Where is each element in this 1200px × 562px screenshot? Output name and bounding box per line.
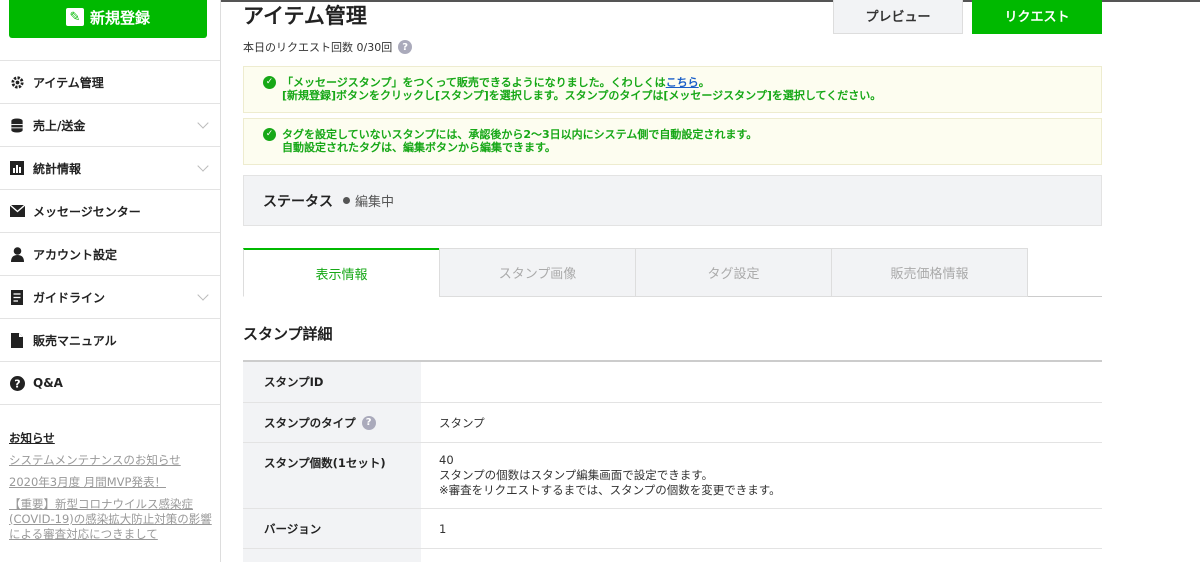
sidebar-nav: アイテム管理 売上/送金 統計情報 メッセージセンター アカウント設定 ガイドラ… bbox=[0, 60, 220, 405]
status-dot-icon bbox=[343, 197, 350, 204]
check-circle-icon: ✓ bbox=[263, 76, 276, 89]
detail-table: スタンプID スタンプのタイプ ? スタンプ スタンプ個数(1セット) 40 ス… bbox=[243, 360, 1102, 562]
notice-line: 自動設定されたタグは、編集ボタンから編集できます。 bbox=[282, 141, 556, 154]
table-row: バージョン 1 bbox=[243, 509, 1102, 549]
tab-tag-settings[interactable]: タグ設定 bbox=[635, 248, 832, 297]
sidebar-item-label: メッセージセンター bbox=[33, 204, 141, 219]
row-value: スタンプ bbox=[439, 415, 485, 430]
sidebar-item-statistics[interactable]: 統計情報 bbox=[0, 147, 220, 190]
status-box: ステータス 編集中 bbox=[243, 175, 1102, 226]
svg-text:?: ? bbox=[14, 377, 20, 390]
row-label-wrap: スタンプのタイプ ? bbox=[243, 403, 421, 442]
table-row: スタンプID bbox=[243, 362, 1102, 403]
row-note: ※審査をリクエストするまでは、スタンプの個数を変更できます。 bbox=[439, 483, 781, 497]
question-icon: ? bbox=[9, 375, 25, 391]
chevron-down-icon bbox=[197, 117, 209, 129]
new-register-label: 新規登録 bbox=[89, 8, 150, 27]
sidebar-item-label: アイテム管理 bbox=[33, 75, 104, 90]
news-section: お知らせ システムメンテナンスのお知らせ 2020年3月度 月間MVP発表！ 【… bbox=[9, 430, 214, 549]
status-label: ステータス bbox=[263, 193, 333, 210]
tab-stamp-images[interactable]: スタンプ画像 bbox=[439, 248, 636, 297]
row-label: スタンプのタイプ bbox=[264, 415, 356, 430]
news-title[interactable]: お知らせ bbox=[9, 430, 214, 446]
chevron-down-icon bbox=[197, 289, 209, 301]
sidebar-item-account-settings[interactable]: アカウント設定 bbox=[0, 233, 220, 276]
tab-sales-price[interactable]: 販売価格情報 bbox=[831, 248, 1028, 297]
edit-icon: ✎ bbox=[65, 8, 84, 26]
preview-button[interactable]: プレビュー bbox=[833, 0, 963, 34]
row-value: 1 bbox=[439, 521, 447, 536]
sidebar-item-item-management[interactable]: アイテム管理 bbox=[0, 61, 220, 104]
row-value bbox=[421, 362, 1102, 402]
notice-line: 「メッセージスタンプ」をつくって販売できるようになりました。くわしくはこちら。 bbox=[282, 76, 710, 89]
tab-display-info[interactable]: 表示情報 bbox=[243, 248, 440, 297]
row-label: スタンプID bbox=[243, 362, 421, 402]
request-count-text: 本日のリクエスト回数 0/30回 bbox=[243, 41, 393, 54]
notice-auto-tag: ✓ タグを設定していないスタンプには、承認後から2〜3日以内にシステム側で自動設… bbox=[243, 118, 1102, 165]
notice-link-here[interactable]: こちら bbox=[666, 76, 699, 89]
sidebar-item-label: アカウント設定 bbox=[33, 247, 118, 262]
row-note: スタンプの個数はスタンプ編集画面で設定できます。 bbox=[439, 468, 714, 482]
sidebar-item-qa[interactable]: ? Q&A bbox=[0, 362, 220, 405]
new-register-button[interactable]: ✎ 新規登録 bbox=[9, 0, 207, 38]
sidebar-item-sales-manual[interactable]: 販売マニュアル bbox=[0, 319, 220, 362]
help-icon[interactable]: ? bbox=[398, 40, 413, 54]
notice-line: タグを設定していないスタンプには、承認後から2〜3日以内にシステム側で自動設定さ… bbox=[282, 128, 758, 141]
page-title: アイテム管理 bbox=[243, 4, 367, 28]
file-icon bbox=[9, 332, 25, 348]
row-label: スタンプ個数(1セット) bbox=[243, 443, 421, 508]
sidebar-item-message-center[interactable]: メッセージセンター bbox=[0, 190, 220, 233]
row-value bbox=[421, 549, 1102, 562]
section-title: スタンプ詳細 bbox=[243, 325, 333, 343]
sidebar-item-label: Q&A bbox=[33, 376, 63, 390]
news-link[interactable]: システムメンテナンスのお知らせ bbox=[9, 453, 214, 468]
news-link[interactable]: 【重要】新型コロナウイルス感染症(COVID-19)の感染拡大防止対策の影響によ… bbox=[9, 497, 214, 542]
mail-icon bbox=[9, 203, 25, 219]
table-row: スタンプ個数(1セット) 40 スタンプの個数はスタンプ編集画面で設定できます。… bbox=[243, 443, 1102, 509]
row-value-multi: 40 スタンプの個数はスタンプ編集画面で設定できます。 ※審査をリクエストするま… bbox=[421, 443, 1102, 508]
document-icon bbox=[9, 289, 25, 305]
gear-icon bbox=[9, 74, 25, 90]
table-row: スタンプのタイプ ? スタンプ bbox=[243, 403, 1102, 443]
sidebar-item-sales[interactable]: 売上/送金 bbox=[0, 104, 220, 147]
check-circle-icon: ✓ bbox=[263, 128, 276, 141]
table-row bbox=[243, 549, 1102, 562]
chevron-down-icon bbox=[197, 160, 209, 172]
notice-message-stamp: ✓ 「メッセージスタンプ」をつくって販売できるようになりました。くわしくはこちら… bbox=[243, 66, 1102, 113]
request-button[interactable]: リクエスト bbox=[972, 0, 1102, 34]
request-count: 本日のリクエスト回数 0/30回 ? bbox=[243, 39, 413, 55]
sidebar-item-label: 売上/送金 bbox=[33, 118, 86, 133]
person-icon bbox=[9, 246, 25, 262]
row-value: 40 bbox=[439, 453, 454, 467]
help-icon[interactable]: ? bbox=[361, 415, 376, 430]
status-value: 編集中 bbox=[355, 195, 395, 210]
notice-line: [新規登録]ボタンをクリックし[スタンプ]を選択します。スタンプのタイプは[メッ… bbox=[282, 89, 882, 102]
sidebar-item-label: ガイドライン bbox=[33, 290, 106, 305]
bar-chart-icon bbox=[9, 160, 25, 176]
sidebar: ✎ 新規登録 アイテム管理 売上/送金 統計情報 メッセージセンター アカウント… bbox=[0, 0, 221, 562]
sidebar-item-label: 販売マニュアル bbox=[33, 333, 117, 348]
tab-bar: 表示情報 スタンプ画像 タグ設定 販売価格情報 bbox=[243, 248, 1102, 297]
news-link[interactable]: 2020年3月度 月間MVP発表！ bbox=[9, 475, 214, 490]
sidebar-item-guidelines[interactable]: ガイドライン bbox=[0, 276, 220, 319]
sidebar-item-label: 統計情報 bbox=[33, 161, 82, 176]
coins-icon bbox=[9, 117, 25, 133]
row-label: バージョン bbox=[243, 509, 421, 548]
row-label bbox=[243, 549, 421, 562]
